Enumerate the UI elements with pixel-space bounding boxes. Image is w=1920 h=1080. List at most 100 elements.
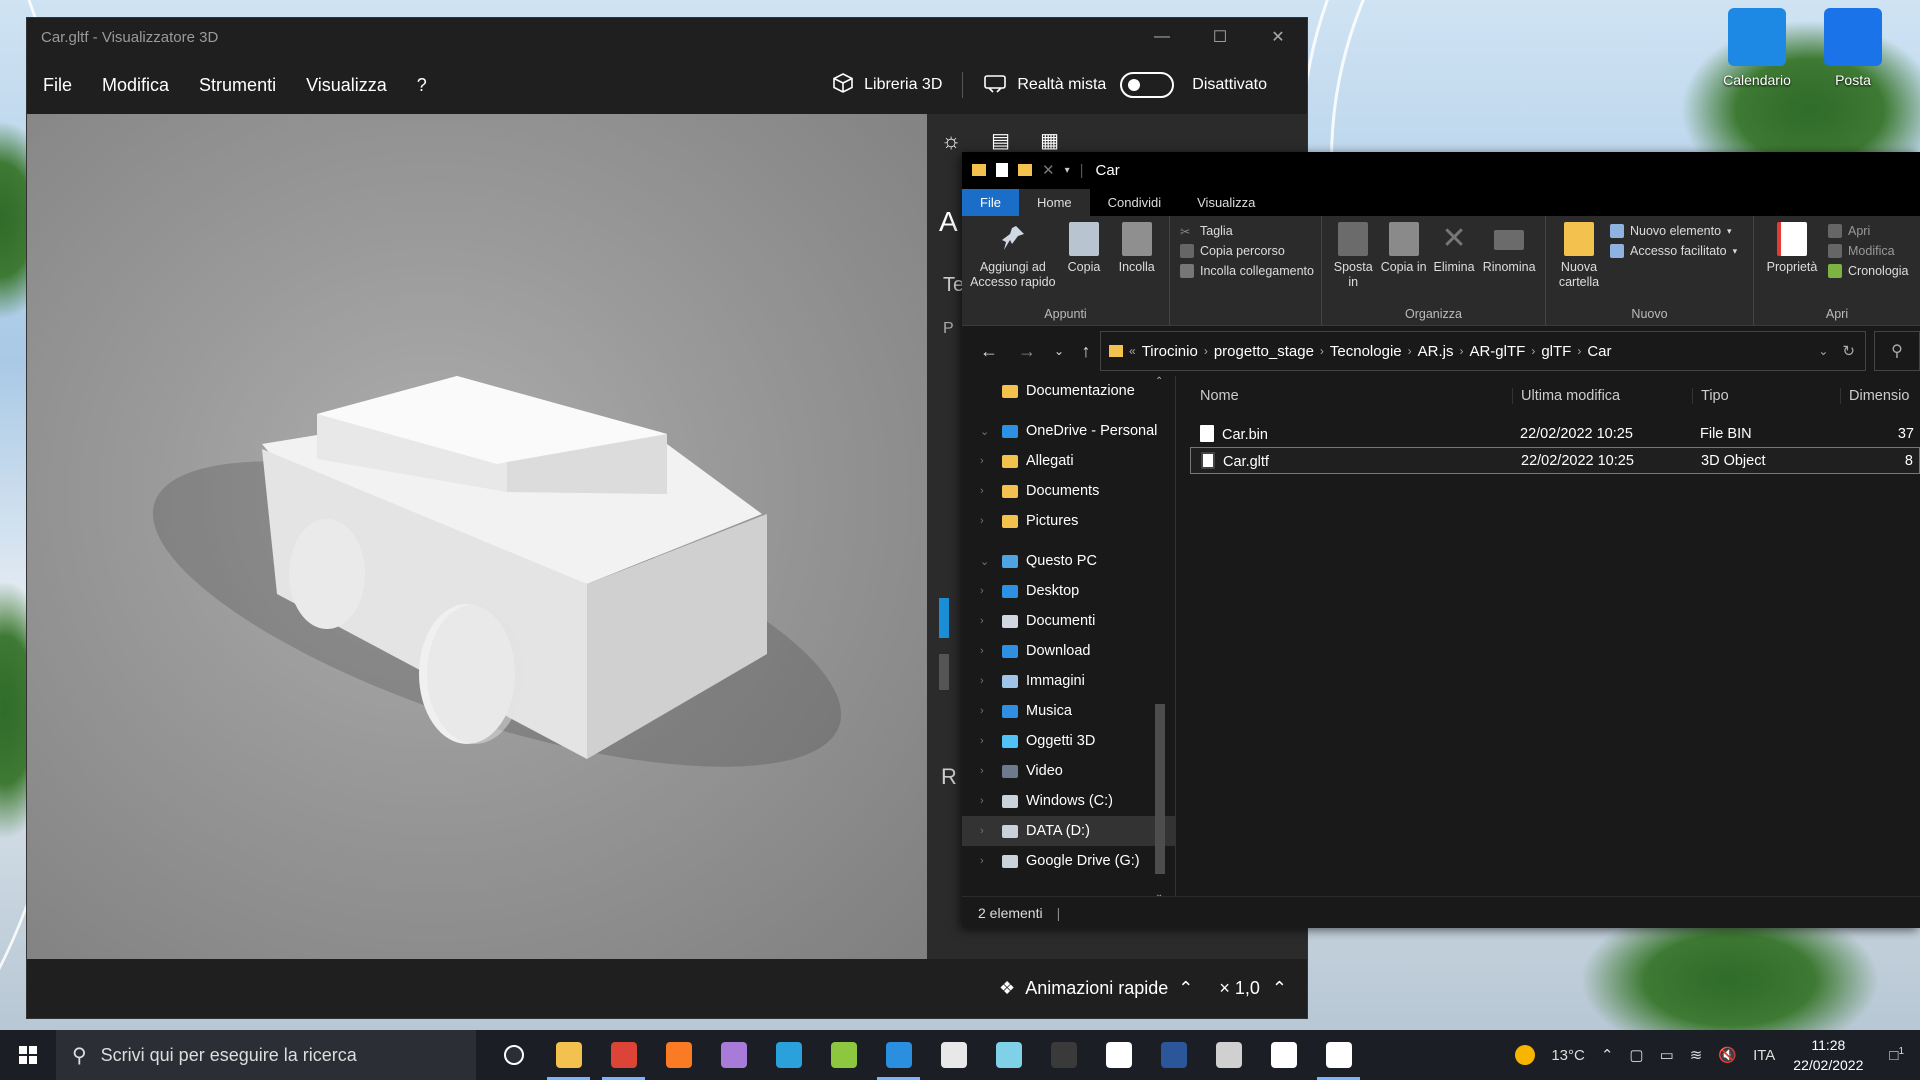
chrome-taskbar-button[interactable]: [596, 1030, 651, 1080]
word-taskbar-button[interactable]: [1146, 1030, 1201, 1080]
chevron-right-icon[interactable]: ›: [980, 675, 994, 687]
chevron-right-icon[interactable]: ›: [980, 855, 994, 867]
tab-visualizza[interactable]: Visualizza: [1179, 189, 1273, 216]
mixed-reality-taskbar-button[interactable]: [981, 1030, 1036, 1080]
column-size[interactable]: Dimensio: [1840, 388, 1920, 404]
nav-item[interactable]: › Desktop: [962, 576, 1175, 606]
chevron-down-icon[interactable]: ⌄: [980, 425, 994, 438]
nav-item[interactable]: › Documenti: [962, 606, 1175, 636]
breadcrumb-overflow[interactable]: «: [1129, 344, 1136, 358]
telegram-taskbar-button[interactable]: [761, 1030, 816, 1080]
new-folder-button[interactable]: Nuova cartella: [1554, 222, 1604, 305]
library-3d-button[interactable]: Libreria 3D: [864, 76, 942, 94]
chevron-right-icon[interactable]: ›: [980, 735, 994, 747]
unity-hub-taskbar-button[interactable]: [1256, 1030, 1311, 1080]
jetbrains-taskbar-button[interactable]: [926, 1030, 981, 1080]
sun-icon[interactable]: ☼: [941, 128, 961, 154]
breadcrumb-item[interactable]: Tecnologie: [1330, 343, 1402, 360]
chevron-right-icon[interactable]: ›: [980, 485, 994, 497]
breadcrumb-item[interactable]: AR-glTF: [1469, 343, 1525, 360]
nav-item[interactable]: ⌄ OneDrive - Personal: [962, 416, 1175, 446]
taskbar-search[interactable]: ⚲ Scrivi qui per eseguire la ricerca: [56, 1030, 476, 1080]
paint3d-taskbar-button[interactable]: [706, 1030, 761, 1080]
chevron-right-icon[interactable]: ›: [980, 455, 994, 467]
chevron-right-icon[interactable]: ›: [980, 825, 994, 837]
new-folder-icon[interactable]: [1018, 164, 1032, 176]
move-to-button[interactable]: Sposta in: [1330, 222, 1376, 305]
desktop-icon-posta[interactable]: Posta: [1808, 8, 1898, 88]
chevron-right-icon[interactable]: ›: [980, 765, 994, 777]
chevron-right-icon[interactable]: ›: [1531, 344, 1535, 358]
weather-icon[interactable]: [1515, 1045, 1536, 1065]
pin-quick-access-button[interactable]: Aggiungi ad Accesso rapido: [970, 222, 1056, 305]
obs-taskbar-button[interactable]: [1036, 1030, 1091, 1080]
chevron-right-icon[interactable]: ›: [1577, 344, 1581, 358]
battery-icon[interactable]: ▭: [1660, 1046, 1674, 1064]
grid-icon[interactable]: ▦: [1040, 128, 1059, 154]
easy-access-button[interactable]: Accesso facilitato ▾: [1610, 244, 1737, 258]
chevron-right-icon[interactable]: ›: [1204, 344, 1208, 358]
breadcrumb-item[interactable]: Tirocinio: [1142, 343, 1198, 360]
desktop-icon-calendario[interactable]: Calendario: [1712, 8, 1802, 88]
paste-button[interactable]: Incolla: [1112, 222, 1161, 305]
stats-icon[interactable]: ▤: [991, 128, 1010, 154]
chevron-right-icon[interactable]: ›: [1408, 344, 1412, 358]
chevron-right-icon[interactable]: ›: [980, 615, 994, 627]
notepadpp-taskbar-button[interactable]: [816, 1030, 871, 1080]
nav-item[interactable]: › Immagini: [962, 666, 1175, 696]
column-type[interactable]: Tipo: [1692, 388, 1840, 404]
nav-item[interactable]: › Musica: [962, 696, 1175, 726]
menu-strumenti[interactable]: Strumenti: [199, 75, 276, 96]
volume-muted-icon[interactable]: 🔇: [1718, 1046, 1737, 1064]
close-button[interactable]: ✕: [1249, 18, 1307, 56]
customize-dropdown-icon[interactable]: ▾: [1065, 165, 1070, 176]
copy-button[interactable]: Copia: [1060, 222, 1109, 305]
menu-help[interactable]: ?: [417, 75, 427, 96]
chevron-right-icon[interactable]: ›: [1320, 344, 1324, 358]
file-row[interactable]: Car.gltf 22/02/2022 10:25 3D Object 8: [1190, 447, 1920, 474]
chevron-up-icon[interactable]: ⌃: [1272, 978, 1287, 999]
chevron-right-icon[interactable]: ›: [980, 585, 994, 597]
chevron-right-icon[interactable]: ›: [980, 795, 994, 807]
scrollbar-thumb[interactable]: [1155, 704, 1165, 874]
rename-button[interactable]: Rinomina: [1481, 222, 1537, 305]
column-name[interactable]: Nome: [1190, 388, 1512, 404]
refresh-icon[interactable]: ↻: [1842, 342, 1855, 360]
github-taskbar-button[interactable]: [1091, 1030, 1146, 1080]
xampp-taskbar-button[interactable]: [651, 1030, 706, 1080]
edit-button[interactable]: Modifica: [1828, 244, 1908, 258]
meet-icon[interactable]: ▢: [1629, 1046, 1643, 1064]
chevron-up-icon[interactable]: ⌃: [1178, 978, 1193, 999]
maximize-button[interactable]: ☐: [1191, 18, 1249, 56]
menu-modifica[interactable]: Modifica: [102, 75, 169, 96]
menu-file[interactable]: File: [43, 75, 72, 96]
quick-animations-button[interactable]: Animazioni rapide: [1025, 978, 1168, 999]
start-button[interactable]: [0, 1030, 56, 1080]
file-explorer-taskbar-button[interactable]: [541, 1030, 596, 1080]
notifications-icon[interactable]: □1: [1889, 1046, 1904, 1064]
3d-viewer-taskbar-button[interactable]: [1311, 1030, 1366, 1080]
properties-icon[interactable]: [996, 163, 1008, 177]
unity-taskbar-button[interactable]: [1201, 1030, 1256, 1080]
column-date[interactable]: Ultima modifica: [1512, 388, 1692, 404]
chevron-down-icon[interactable]: ⌄: [1818, 344, 1828, 358]
nav-item[interactable]: › Documents: [962, 476, 1175, 506]
menu-visualizza[interactable]: Visualizza: [306, 75, 387, 96]
nav-item[interactable]: › Google Drive (G:): [962, 846, 1175, 876]
mixed-reality-toggle[interactable]: [1120, 72, 1175, 98]
nav-item[interactable]: › Oggetti 3D: [962, 726, 1175, 756]
copy-to-button[interactable]: Copia in: [1380, 222, 1427, 305]
nav-item[interactable]: › Allegati: [962, 446, 1175, 476]
chevron-right-icon[interactable]: ›: [980, 645, 994, 657]
recent-locations-icon[interactable]: ⌄: [1046, 344, 1072, 358]
nav-scrollbar[interactable]: ⌃ ⌄: [1155, 376, 1167, 900]
copy-path-button[interactable]: Copia percorso: [1180, 244, 1314, 258]
search-button[interactable]: ⚲: [1874, 331, 1920, 371]
breadcrumb-item[interactable]: progetto_stage: [1214, 343, 1314, 360]
tab-file[interactable]: File: [962, 189, 1019, 216]
nav-item[interactable]: › Video: [962, 756, 1175, 786]
vscode-taskbar-button[interactable]: [871, 1030, 926, 1080]
back-icon[interactable]: ←: [970, 341, 1008, 362]
cut-button[interactable]: ✂ Taglia: [1180, 224, 1314, 239]
nav-item[interactable]: Documentazione: [962, 376, 1175, 406]
